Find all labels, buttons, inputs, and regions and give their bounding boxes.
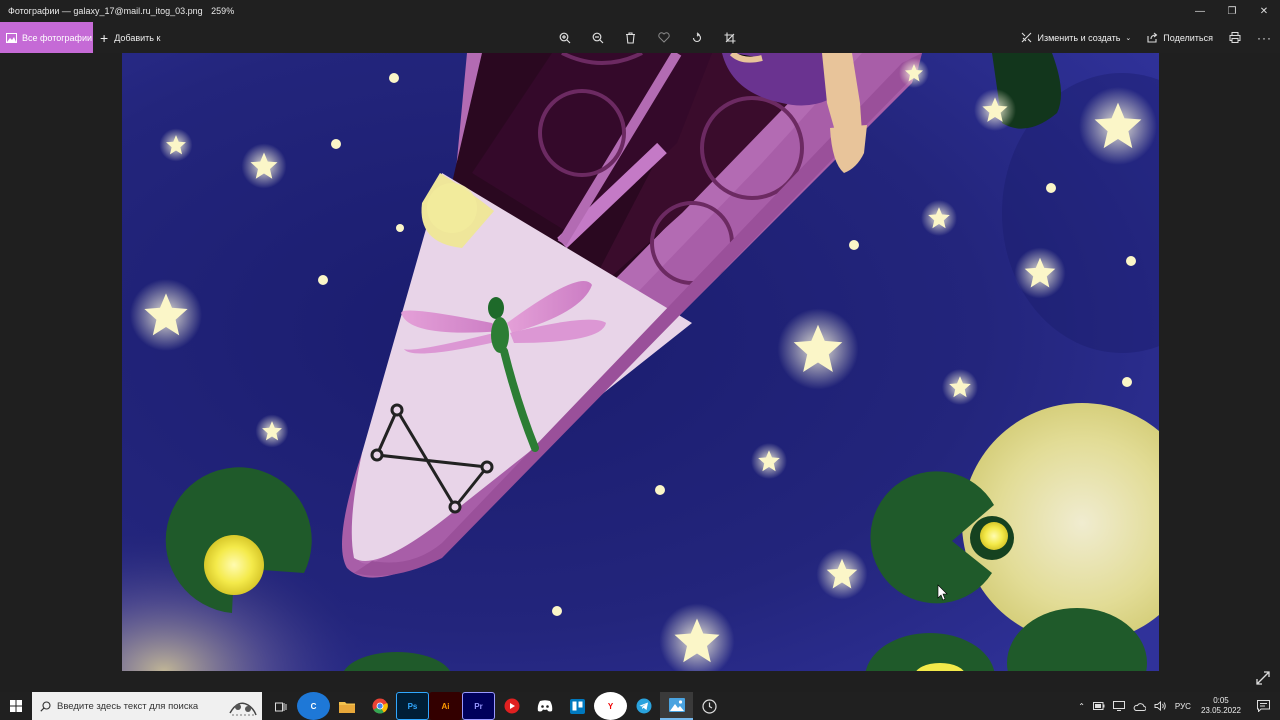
premiere-icon[interactable]: Pr [462, 692, 495, 720]
search-placeholder: Введите здесь текст для поиска [57, 700, 199, 712]
all-photos-label: Все фотографии [22, 32, 93, 43]
task-view-icon[interactable] [264, 692, 297, 720]
fullscreen-button[interactable] [1253, 668, 1273, 688]
network-icon[interactable] [1109, 692, 1129, 720]
window-controls: — ❐ ✕ [1184, 0, 1280, 22]
search-box[interactable]: Введите здесь текст для поиска [32, 692, 262, 720]
battery-icon[interactable] [1089, 692, 1109, 720]
more-options-button[interactable]: ··· [1249, 22, 1280, 53]
system-tray: ⌃ РУС 0:05 23.05.2022 [1074, 692, 1280, 720]
share-icon [1147, 32, 1158, 43]
glowing-bulb-right [980, 522, 1008, 550]
chevron-up-icon[interactable]: ⌃ [1074, 692, 1089, 720]
edit-create-button[interactable]: Изменить и создать ⌄ [1013, 22, 1139, 53]
share-label: Поделиться [1163, 32, 1213, 43]
window-title-text: Фотографии — galaxy_17@mail.ru_itog_03.p… [8, 6, 203, 16]
clock[interactable]: 0:05 23.05.2022 [1195, 696, 1247, 716]
volume-icon[interactable] [1150, 692, 1171, 720]
print-button[interactable] [1221, 22, 1249, 53]
zoom-level: 259% [211, 6, 235, 16]
taskbar: Введите здесь текст для поиска C Ps Ai P… [0, 692, 1280, 720]
view-tools [548, 22, 746, 53]
ccleaner-icon[interactable]: C [297, 692, 330, 720]
close-button[interactable]: ✕ [1248, 0, 1280, 22]
telegram-icon[interactable] [627, 692, 660, 720]
restore-button[interactable]: ❐ [1216, 0, 1248, 22]
pinned-apps: C Ps Ai Pr Y [264, 692, 726, 720]
delete-icon[interactable] [614, 22, 647, 53]
favorite-icon[interactable] [647, 22, 680, 53]
chevron-down-icon: ⌄ [1125, 34, 1132, 42]
plus-icon: + [100, 29, 109, 46]
toolbar: Все фотографии + Добавить к Изменить и с… [0, 22, 1280, 53]
zoom-in-icon[interactable] [548, 22, 581, 53]
language-indicator[interactable]: РУС [1171, 692, 1195, 720]
file-explorer-icon[interactable] [330, 692, 363, 720]
rotate-icon[interactable] [680, 22, 713, 53]
print-icon [1229, 32, 1241, 43]
edit-create-label: Изменить и создать [1037, 32, 1121, 43]
all-photos-button[interactable]: Все фотографии [0, 22, 93, 53]
trello-icon[interactable] [561, 692, 594, 720]
add-to-label: Добавить к [114, 32, 161, 43]
onedrive-icon[interactable] [1129, 692, 1150, 720]
right-tools: Изменить и создать ⌄ Поделиться ··· [1013, 22, 1280, 53]
clock-date: 23.05.2022 [1200, 706, 1241, 715]
zoom-out-icon[interactable] [581, 22, 614, 53]
search-highlight-icon [229, 702, 257, 716]
window-title: Фотографии — galaxy_17@mail.ru_itog_03.p… [0, 6, 234, 16]
more-icon: ··· [1257, 30, 1272, 45]
add-to-button[interactable]: + Добавить к [100, 22, 160, 53]
edit-icon [1022, 32, 1032, 43]
discord-icon[interactable] [528, 692, 561, 720]
title-bar: Фотографии — galaxy_17@mail.ru_itog_03.p… [0, 0, 1280, 22]
start-button[interactable] [0, 692, 32, 720]
yandex-browser-icon[interactable]: Y [594, 692, 627, 720]
photo-canvas[interactable] [122, 53, 1159, 671]
image-viewer[interactable] [0, 53, 1280, 692]
clock-time: 0:05 [1213, 696, 1229, 705]
share-button[interactable]: Поделиться [1139, 22, 1221, 53]
photos-icon [6, 32, 17, 43]
photoshop-icon[interactable]: Ps [396, 692, 429, 720]
notification-icon[interactable] [1247, 692, 1280, 720]
chrome-icon[interactable] [363, 692, 396, 720]
galaxy-illustration [122, 53, 1159, 671]
media-player-icon[interactable] [495, 692, 528, 720]
crop-icon[interactable] [713, 22, 746, 53]
windows-logo-icon [10, 700, 22, 712]
search-icon [40, 700, 51, 712]
expand-icon [1256, 671, 1270, 685]
glowing-bulb-left [204, 535, 264, 595]
clock-app-icon[interactable] [693, 692, 726, 720]
minimize-button[interactable]: — [1184, 0, 1216, 22]
photos-app-icon[interactable] [660, 692, 693, 720]
illustrator-icon[interactable]: Ai [429, 692, 462, 720]
